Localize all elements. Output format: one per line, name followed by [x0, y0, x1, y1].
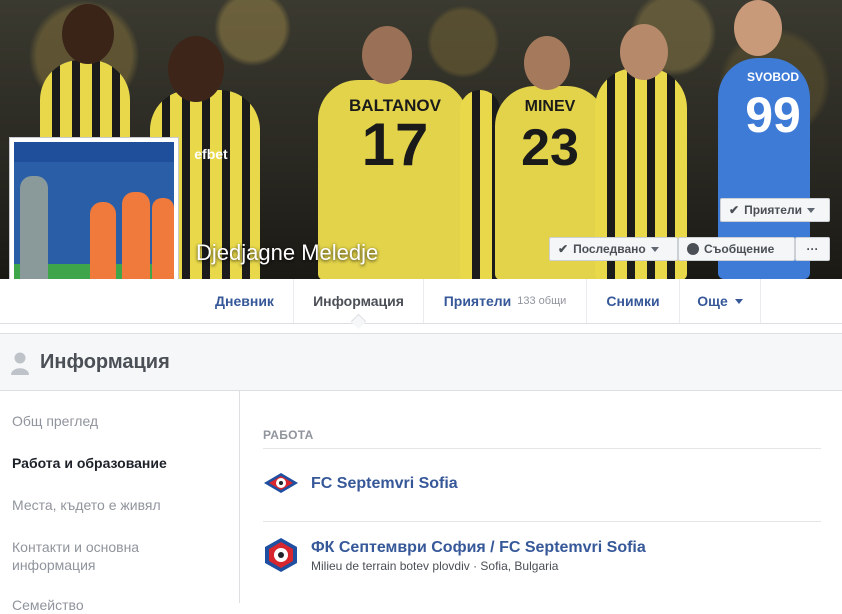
chevron-down-icon: [734, 298, 743, 304]
profile-player: [20, 176, 48, 286]
cover-player-head: [524, 36, 570, 90]
profile-name[interactable]: Djedjagne Meledje: [196, 240, 378, 266]
sidebar-item-family[interactable]: Семейство: [12, 596, 222, 614]
tab-timeline[interactable]: Дневник: [196, 279, 294, 323]
cover-player: [460, 90, 500, 279]
check-icon: ✔: [729, 203, 740, 217]
shirt-number-23: 23: [521, 119, 579, 177]
club-logo-icon[interactable]: [263, 465, 299, 501]
sidebar-item-overview[interactable]: Общ преглед: [12, 412, 222, 430]
work-entry-subtitle: Milieu de terrain botev plovdiv · Sofia,…: [311, 559, 559, 573]
tab-friends[interactable]: Приятели 133 общи: [424, 279, 587, 323]
friends-button[interactable]: ✔ Приятели: [720, 198, 830, 222]
tab-photos[interactable]: Снимки: [587, 279, 680, 323]
sponsor-logo: efbet: [194, 146, 228, 162]
tab-timeline-label: Дневник: [215, 293, 274, 309]
shirt-name-minev: MINEV: [524, 98, 576, 115]
check-icon: ✔: [558, 242, 569, 256]
section-title: Информация: [40, 351, 170, 373]
shirt-name-svobod: SVOBOD: [746, 70, 799, 84]
cover-player-head: [620, 24, 668, 80]
person-icon: [11, 352, 29, 375]
profile-player: [122, 192, 150, 286]
cover-player-head: [362, 26, 412, 84]
cover-player-head: [734, 0, 782, 56]
club-logo-icon[interactable]: [263, 537, 299, 573]
sidebar-item-work-education[interactable]: Работа и образование: [12, 454, 222, 472]
following-button[interactable]: ✔ Последвано: [549, 237, 678, 261]
divider: [263, 521, 821, 522]
message-button-label: Съобщение: [704, 242, 775, 256]
shirt-number-99: 99: [745, 87, 801, 143]
message-button[interactable]: Съобщение: [678, 237, 795, 261]
tab-friends-count: 133 общи: [517, 295, 567, 307]
messenger-icon: [687, 243, 699, 255]
sidebar-item-contact[interactable]: Контакти и основна информация: [12, 538, 162, 574]
tab-more[interactable]: Още: [680, 279, 761, 323]
sidebar-item-places[interactable]: Места, където е живял: [12, 496, 222, 514]
dugout-roof: [14, 142, 174, 162]
about-section-header: Информация: [0, 333, 842, 391]
work-heading: РАБОТА: [263, 428, 314, 442]
shirt-number-17: 17: [361, 111, 429, 178]
divider: [263, 448, 821, 449]
friends-button-label: Приятели: [744, 203, 802, 217]
tab-more-label: Още: [697, 293, 728, 309]
work-entry-title[interactable]: ФК Септември София / FC Septemvri Sofia: [311, 539, 646, 557]
tab-friends-label: Приятели: [443, 293, 512, 309]
profile-picture-image: [14, 142, 174, 298]
more-options-button[interactable]: ···: [795, 237, 830, 261]
profile-tabs: Дневник Информация Приятели 133 общи Сни…: [0, 279, 842, 324]
following-button-label: Последвано: [573, 242, 646, 256]
profile-player: [90, 202, 116, 286]
cover-player-head: [62, 4, 114, 64]
work-entry-title[interactable]: FC Septemvri Sofia: [311, 475, 458, 493]
profile-player: [152, 198, 174, 286]
cover-player-head: [168, 36, 224, 102]
chevron-down-icon: [650, 246, 659, 252]
tab-photos-label: Снимки: [606, 293, 660, 309]
chevron-down-icon: [806, 207, 815, 213]
more-dots-icon: ···: [806, 242, 819, 256]
about-sidebar: Общ преглед Работа и образование Места, …: [0, 391, 240, 613]
tab-about-label: Информация: [313, 293, 404, 309]
